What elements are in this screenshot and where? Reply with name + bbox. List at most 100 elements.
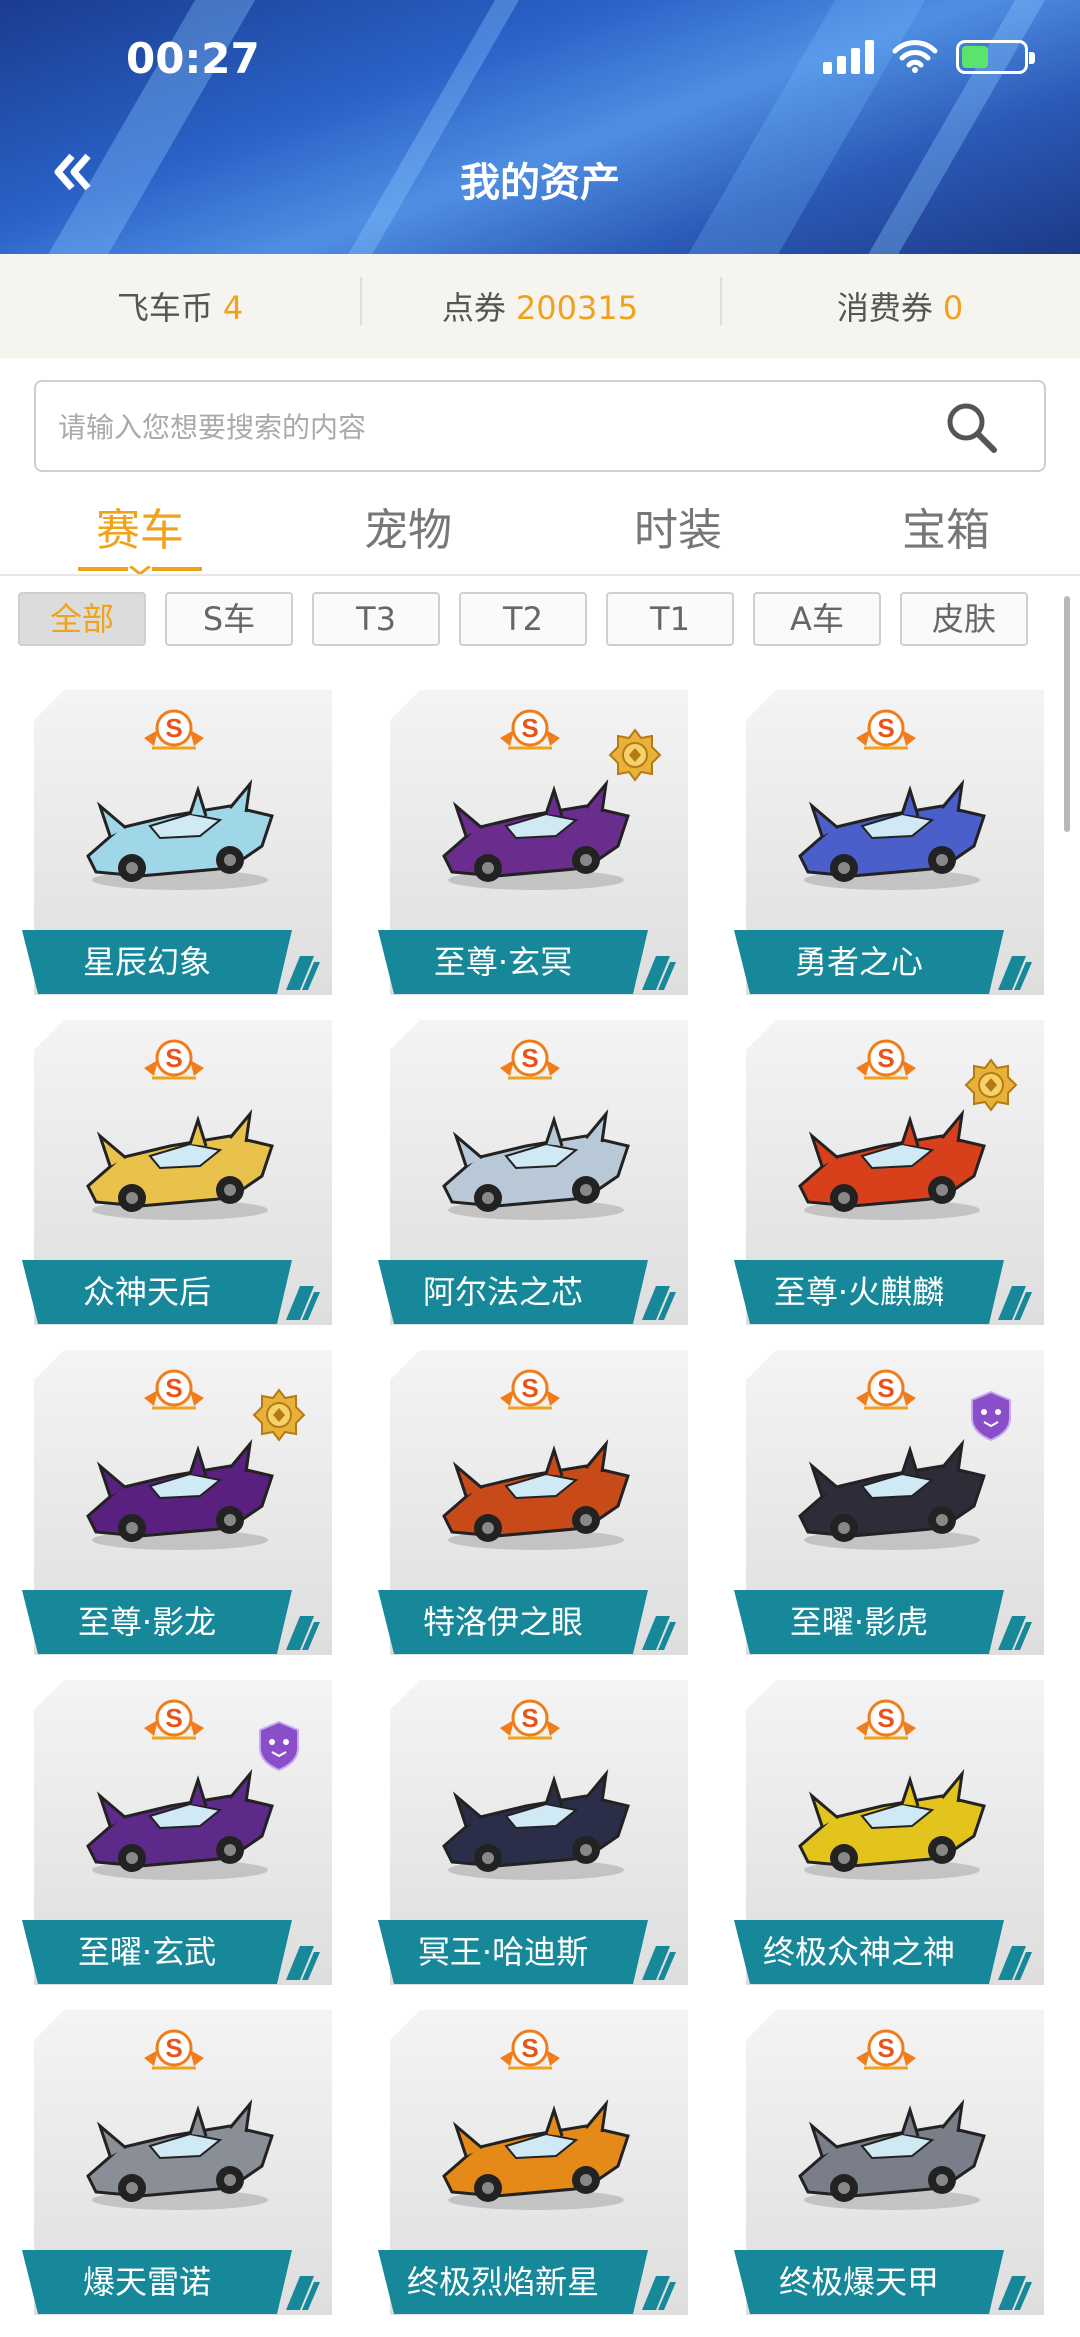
s-rank-icon: S [500, 1039, 560, 1080]
corner-mark-icon [642, 956, 676, 990]
search-box [34, 380, 1046, 472]
car-card[interactable]: S 终极爆天甲 [734, 2010, 1050, 2315]
car-image [442, 1438, 630, 1550]
car-card[interactable]: S 至曜·影虎 [734, 1350, 1050, 1655]
corner-mark-icon [642, 1286, 676, 1320]
car-image [798, 2098, 986, 2210]
car-image [86, 2098, 274, 2210]
search-input[interactable] [56, 402, 940, 454]
tab-treasure-box[interactable]: 宝箱 [836, 494, 1056, 558]
car-name: 特洛伊之眼 [422, 1603, 583, 1641]
search-icon[interactable] [944, 400, 1000, 456]
car-image [86, 778, 274, 890]
filter-t3[interactable]: T3 [312, 592, 440, 646]
filter-skin[interactable]: 皮肤 [900, 592, 1028, 646]
car-image [86, 1438, 274, 1550]
car-name: 阿尔法之芯 [422, 1273, 583, 1311]
tiger-emblem-icon [259, 1720, 299, 1772]
scrollbar[interactable] [1064, 596, 1070, 832]
corner-mark-icon [998, 956, 1032, 990]
car-image [442, 1768, 630, 1880]
car-card[interactable]: S 星辰幻象 [22, 690, 338, 995]
tab-active-indicator [78, 566, 202, 574]
car-card[interactable]: S 终极众神之神 [734, 1680, 1050, 1985]
filter-chips: 全部 S车 T3 T2 T1 A车 皮肤 [0, 588, 1080, 658]
s-rank-icon: S [500, 709, 560, 750]
car-name: 终极众神之神 [762, 1933, 955, 1971]
car-card[interactable]: S 阿尔法之芯 [378, 1020, 694, 1325]
svg-text:S: S [165, 1043, 182, 1073]
corner-mark-icon [286, 1286, 320, 1320]
car-name: 至尊·火麒麟 [773, 1273, 945, 1311]
car-image [86, 1768, 274, 1880]
gold-emblem-icon [964, 1058, 1018, 1112]
balance-label: 飞车币 [116, 289, 213, 327]
balance-xiaofeiquan: 消费券 0 [720, 277, 1080, 329]
filter-a-car[interactable]: A车 [753, 592, 881, 646]
filter-t1[interactable]: T1 [606, 592, 734, 646]
car-card[interactable]: S 特洛伊之眼 [378, 1350, 694, 1655]
svg-text:S: S [165, 1703, 182, 1733]
status-time: 00:27 [126, 34, 260, 83]
tiger-emblem-icon [971, 1390, 1011, 1442]
corner-mark-icon [286, 1946, 320, 1980]
car-image [442, 778, 630, 890]
car-card[interactable]: S 至曜·玄武 [22, 1680, 338, 1985]
car-image [798, 1108, 986, 1220]
banner-decoration [333, 0, 531, 254]
car-name: 终极爆天甲 [778, 2263, 939, 2301]
car-card[interactable]: S 至尊·火麒麟 [734, 1020, 1050, 1325]
svg-text:S: S [521, 2033, 538, 2063]
gold-emblem-icon [608, 728, 662, 782]
tab-cars[interactable]: 赛车 [30, 494, 250, 558]
tab-pets[interactable]: 宠物 [298, 494, 518, 558]
tab-fashion[interactable]: 时装 [568, 494, 788, 558]
car-card[interactable]: S 至尊·影龙 [22, 1350, 338, 1655]
gold-emblem-icon [252, 1388, 306, 1442]
corner-mark-icon [998, 1616, 1032, 1650]
car-image [86, 1108, 274, 1220]
car-card[interactable]: S 冥王·哈迪斯 [378, 1680, 694, 1985]
corner-mark-icon [286, 956, 320, 990]
car-name: 众神天后 [82, 1273, 211, 1311]
header-banner: 00:27 我的资产 [0, 0, 1080, 254]
balance-bar: 飞车币 4 点券 200315 消费券 0 [0, 254, 1080, 358]
svg-text:S: S [877, 1043, 894, 1073]
corner-mark-icon [998, 2276, 1032, 2310]
svg-text:S: S [877, 713, 894, 743]
svg-text:S: S [877, 1373, 894, 1403]
car-card[interactable]: S 勇者之心 [734, 690, 1050, 995]
balance-value: 200315 [515, 289, 639, 327]
balance-feicheb: 飞车币 4 [0, 283, 360, 329]
car-name: 至曜·影虎 [789, 1603, 929, 1641]
car-name: 至曜·玄武 [77, 1933, 217, 1971]
s-rank-icon: S [856, 1699, 916, 1740]
car-card[interactable]: S 至尊·玄冥 [378, 690, 694, 995]
corner-mark-icon [642, 1616, 676, 1650]
car-name: 终极烈焰新星 [406, 2263, 599, 2301]
car-image [798, 1438, 986, 1550]
svg-text:S: S [521, 1703, 538, 1733]
svg-text:S: S [877, 1703, 894, 1733]
car-card[interactable]: S 终极烈焰新星 [378, 2010, 694, 2315]
s-rank-icon: S [500, 2029, 560, 2070]
svg-text:S: S [521, 1043, 538, 1073]
car-name: 至尊·玄冥 [433, 943, 573, 981]
balance-dianquan: 点券 200315 [360, 277, 720, 329]
filter-all[interactable]: 全部 [18, 592, 146, 646]
corner-mark-icon [286, 2276, 320, 2310]
corner-mark-icon [642, 2276, 676, 2310]
filter-t2[interactable]: T2 [459, 592, 587, 646]
car-name: 至尊·影龙 [77, 1603, 217, 1641]
car-card[interactable]: S 众神天后 [22, 1020, 338, 1325]
filter-s-car[interactable]: S车 [165, 592, 293, 646]
wifi-icon [892, 40, 938, 73]
corner-mark-icon [998, 1946, 1032, 1980]
s-rank-icon: S [856, 1039, 916, 1080]
s-rank-icon: S [144, 1699, 204, 1740]
balance-label: 消费券 [836, 289, 933, 327]
battery-icon [956, 40, 1035, 74]
car-image [798, 1768, 986, 1880]
car-card[interactable]: S 爆天雷诺 [22, 2010, 338, 2315]
svg-text:S: S [165, 713, 182, 743]
